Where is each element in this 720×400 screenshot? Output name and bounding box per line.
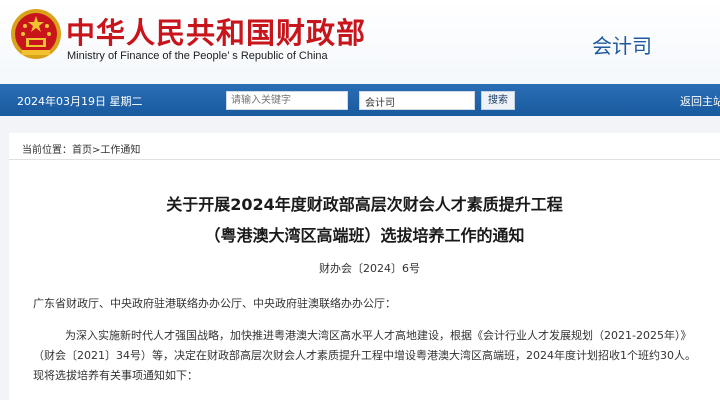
- national-emblem-icon[interactable]: [10, 6, 62, 62]
- site-header: 中华人民共和国财政部 Ministry of Finance of the Pe…: [0, 0, 720, 84]
- site-title-english: Ministry of Finance of the People’ s Rep…: [67, 50, 328, 62]
- site-title[interactable]: 中华人民共和国财政部: [66, 10, 366, 52]
- section-name: 会计司: [592, 34, 652, 58]
- article-body: 为深入实施新时代人才强国战略，加快推进粤港澳大湾区高水平人才高地建设，根据《会计…: [33, 329, 696, 382]
- article-title-line1: 关于开展2024年度财政部高层次财会人才素质提升工程: [166, 195, 563, 214]
- article-salutation: 广东省财政厅、中央政府驻港联络办办公厅、中央政府驻澳联络办办公厅：: [33, 297, 396, 310]
- current-date: 2024年03月19日 星期二: [17, 95, 143, 108]
- top-navbar: 2024年03月19日 星期二 会计司 搜索 返回主站: [0, 84, 720, 116]
- document-number: 财办会〔2024〕6号: [319, 262, 420, 275]
- search-input[interactable]: [226, 91, 348, 110]
- return-home-link[interactable]: 返回主站: [680, 93, 720, 109]
- breadcrumb-divider: [9, 159, 720, 160]
- search-button[interactable]: 搜索: [481, 91, 515, 110]
- article-title-line2: （粤港澳大湾区高端班）选拔培养工作的通知: [204, 226, 525, 245]
- article-panel: 当前位置：首页>工作通知 关于开展2024年度财政部高层次财会人才素质提升工程 …: [9, 133, 720, 400]
- search-scope-select[interactable]: 会计司: [359, 91, 475, 110]
- breadcrumb[interactable]: 当前位置：首页>工作通知: [22, 141, 140, 156]
